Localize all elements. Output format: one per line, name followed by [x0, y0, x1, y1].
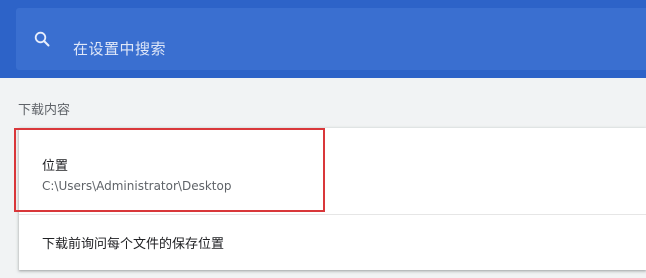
settings-search-box[interactable]: 在设置中搜索 — [16, 8, 646, 70]
downloads-settings-card: 位置 C:\Users\Administrator\Desktop 下载前询问每… — [19, 128, 646, 270]
section-title-downloads: 下载内容 — [18, 103, 71, 118]
ask-save-location-row[interactable]: 下载前询问每个文件的保存位置 — [19, 215, 646, 270]
search-input[interactable]: 在设置中搜索 — [73, 38, 166, 59]
search-icon — [34, 31, 50, 47]
download-location-row[interactable]: 位置 C:\Users\Administrator\Desktop — [19, 128, 646, 215]
download-location-label: 位置 — [42, 159, 69, 174]
ask-save-location-label: 下载前询问每个文件的保存位置 — [42, 237, 225, 252]
settings-header: 在设置中搜索 — [0, 0, 646, 78]
download-location-path: C:\Users\Administrator\Desktop — [42, 179, 232, 193]
